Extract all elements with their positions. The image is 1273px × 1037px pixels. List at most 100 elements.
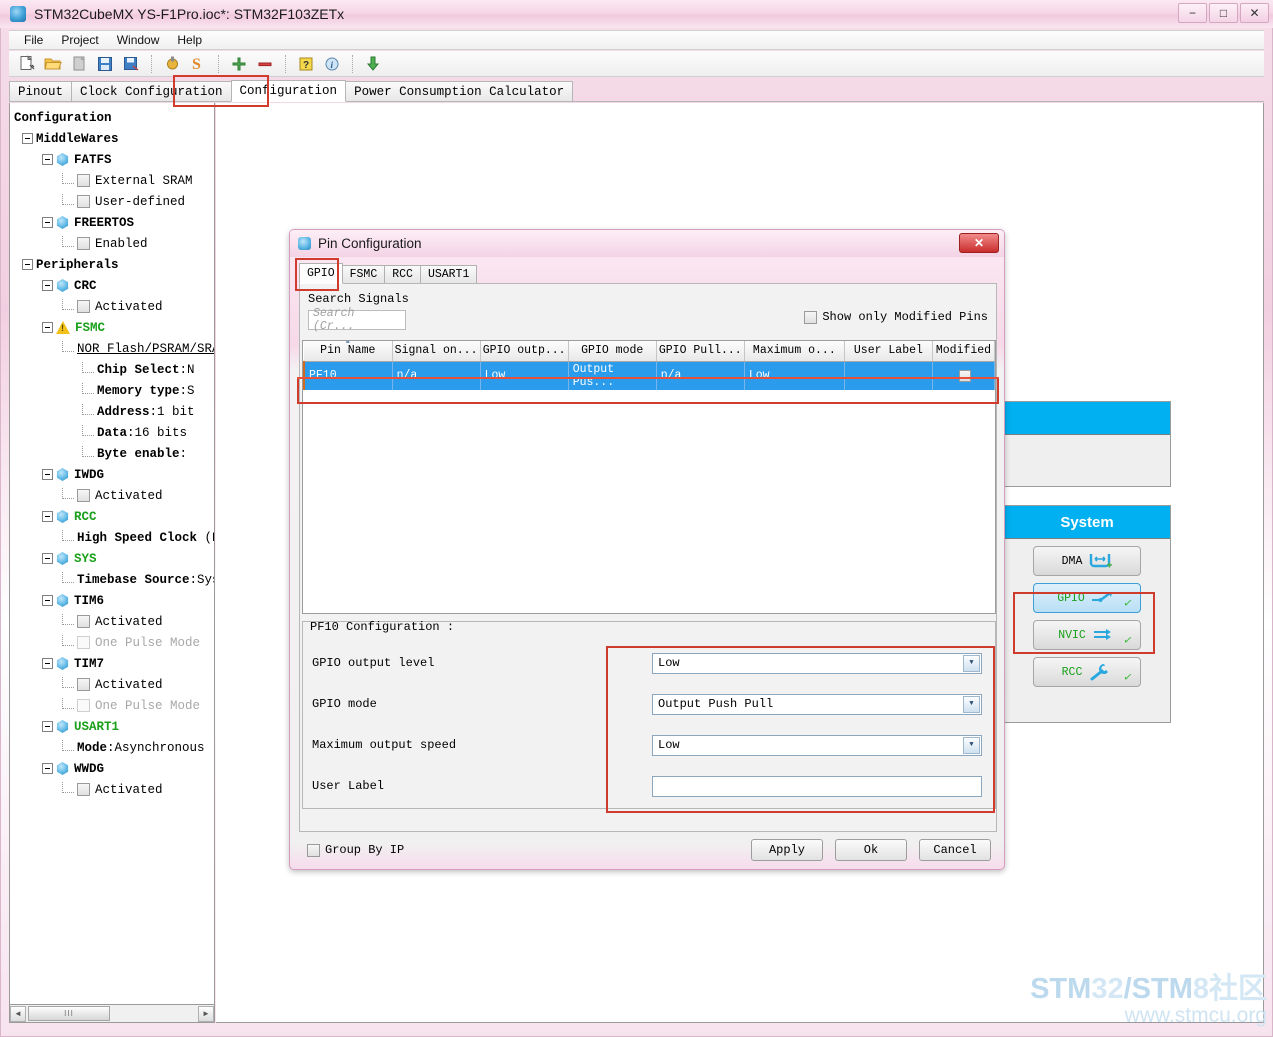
show-modified-pins-row[interactable]: Show only Modified Pins	[804, 310, 988, 324]
tree-checkbox[interactable]	[77, 615, 90, 628]
rcc-peripheral-button[interactable]: RCC ✓	[1033, 657, 1141, 687]
tree-item-user-defined[interactable]: User-defined	[14, 191, 214, 212]
tree-item-sys[interactable]: SYS	[14, 548, 214, 569]
tree-item-data[interactable]: Data:16 bits	[14, 422, 214, 443]
tree-item-activated[interactable]: Activated	[14, 674, 214, 695]
save-icon[interactable]	[92, 53, 118, 75]
tab-power-consumption-calculator[interactable]: Power Consumption Calculator	[345, 81, 574, 102]
dialog-tab-gpio[interactable]: GPIO	[299, 263, 343, 284]
tree-item-middlewares[interactable]: MiddleWares	[14, 128, 214, 149]
column-header-pin-name[interactable]: Pin Name	[304, 341, 393, 362]
search-input[interactable]: Search (Cr...	[308, 307, 406, 333]
nvic-peripheral-button[interactable]: NVIC ✓	[1033, 620, 1141, 650]
scroll-left-arrow[interactable]: ◄	[10, 1005, 26, 1022]
tree-checkbox[interactable]	[77, 678, 90, 691]
tree-item-one-pulse-mode[interactable]: One Pulse Mode	[14, 695, 214, 716]
column-header-gpio-pull[interactable]: GPIO Pull...	[656, 341, 745, 362]
tree-item-external-sram[interactable]: External SRAM	[14, 170, 214, 191]
table-row[interactable]: PF10 n/a Low Output Pus... n/a Low	[303, 361, 995, 390]
cancel-button[interactable]: Cancel	[919, 839, 991, 861]
group-by-ip-checkbox[interactable]	[307, 843, 320, 857]
tree-collapse-toggle-icon[interactable]	[42, 553, 53, 564]
gpio-output-level-select[interactable]: Low ▼	[652, 652, 982, 674]
tree-checkbox[interactable]	[77, 636, 90, 649]
column-header-maximum-output[interactable]: Maximum o...	[744, 341, 845, 362]
zoom-out-icon[interactable]	[252, 53, 278, 75]
sidebar-horizontal-scrollbar[interactable]: ◄ III ►	[9, 1005, 215, 1023]
tree-item-high-speed-clock[interactable]: High Speed Clock (HS	[14, 527, 214, 548]
pin-table-container[interactable]: Pin Name Signal on... GPIO outp... GPIO …	[302, 340, 996, 614]
tree-item-fatfs[interactable]: FATFS	[14, 149, 214, 170]
tree-item-freertos[interactable]: FREERTOS	[14, 212, 214, 233]
user-label-input[interactable]	[652, 775, 982, 797]
tree-item-activated[interactable]: Activated	[14, 485, 214, 506]
tree-collapse-toggle-icon[interactable]	[42, 721, 53, 732]
tree-collapse-toggle-icon[interactable]	[42, 154, 53, 165]
tab-clock-configuration[interactable]: Clock Configuration	[71, 81, 232, 102]
tree-item-fsmc[interactable]: FSMC	[14, 317, 214, 338]
minimize-button[interactable]: −	[1178, 3, 1207, 23]
scroll-right-arrow[interactable]: ►	[198, 1005, 214, 1022]
tree-item-activated[interactable]: Activated	[14, 611, 214, 632]
tree-collapse-toggle-icon[interactable]	[22, 133, 33, 144]
tree-item-chip-select[interactable]: Chip Select:N	[14, 359, 214, 380]
tree-collapse-toggle-icon[interactable]	[42, 511, 53, 522]
tree-collapse-toggle-icon[interactable]	[42, 322, 53, 333]
generate-report-icon[interactable]	[159, 53, 185, 75]
zoom-in-icon[interactable]	[226, 53, 252, 75]
modified-checkbox[interactable]	[958, 369, 971, 382]
tree-checkbox[interactable]	[77, 300, 90, 313]
tree-collapse-toggle-icon[interactable]	[42, 280, 53, 291]
dialog-tab-rcc[interactable]: RCC	[384, 265, 421, 284]
maximum-output-speed-select[interactable]: Low ▼	[652, 734, 982, 756]
tree-checkbox[interactable]	[77, 489, 90, 502]
about-icon[interactable]: i	[319, 53, 345, 75]
tree-checkbox[interactable]	[77, 174, 90, 187]
apply-button[interactable]: Apply	[751, 839, 823, 861]
tree-item-mode[interactable]: Mode:Asynchronous	[14, 737, 214, 758]
tree-item-byte-enable[interactable]: Byte enable:	[14, 443, 214, 464]
help-icon[interactable]: ?	[293, 53, 319, 75]
maximize-button[interactable]: □	[1209, 3, 1238, 23]
open-project-icon[interactable]	[40, 53, 66, 75]
menu-file[interactable]: File	[15, 31, 52, 49]
menu-window[interactable]: Window	[108, 31, 169, 49]
column-header-gpio-mode[interactable]: GPIO mode	[568, 341, 657, 362]
close-project-icon[interactable]	[66, 53, 92, 75]
dialog-tab-fsmc[interactable]: FSMC	[341, 265, 386, 284]
tree-item-rcc[interactable]: RCC	[14, 506, 214, 527]
menu-project[interactable]: Project	[52, 31, 107, 49]
ok-button[interactable]: Ok	[835, 839, 907, 861]
menu-help[interactable]: Help	[168, 31, 211, 49]
tree-item-timebase-source[interactable]: Timebase Source:SysI	[14, 569, 214, 590]
dma-peripheral-button[interactable]: DMA	[1033, 546, 1141, 576]
tree-item-memory-type[interactable]: Memory type:S	[14, 380, 214, 401]
show-modified-pins-checkbox[interactable]	[804, 310, 818, 324]
tab-pinout[interactable]: Pinout	[9, 81, 73, 102]
chevron-down-icon[interactable]: ▼	[963, 695, 980, 713]
gpio-mode-select[interactable]: Output Push Pull ▼	[652, 693, 982, 715]
tree-checkbox[interactable]	[77, 783, 90, 796]
tree-collapse-toggle-icon[interactable]	[22, 259, 33, 270]
tree-item-activated[interactable]: Activated	[14, 296, 214, 317]
chevron-down-icon[interactable]: ▼	[963, 654, 980, 672]
tree-item-one-pulse-mode[interactable]: One Pulse Mode	[14, 632, 214, 653]
tree-collapse-toggle-icon[interactable]	[42, 763, 53, 774]
tree-item-tim7[interactable]: TIM7	[14, 653, 214, 674]
column-header-modified[interactable]: Modified	[932, 341, 995, 362]
tree-collapse-toggle-icon[interactable]	[42, 217, 53, 228]
tree-item-tim6[interactable]: TIM6	[14, 590, 214, 611]
tree-collapse-toggle-icon[interactable]	[42, 595, 53, 606]
tree-item-wwdg[interactable]: WWDG	[14, 758, 214, 779]
tree-checkbox[interactable]	[77, 699, 90, 712]
save-as-icon[interactable]	[118, 53, 144, 75]
tree-item-peripherals[interactable]: Peripherals	[14, 254, 214, 275]
new-project-icon[interactable]	[14, 53, 40, 75]
generate-code-icon[interactable]: S	[185, 53, 211, 75]
column-header-user-label[interactable]: User Label	[844, 341, 933, 362]
tree-item-activated[interactable]: Activated	[14, 779, 214, 800]
tree-item-address[interactable]: Address:1 bit	[14, 401, 214, 422]
dialog-close-button[interactable]: ✕	[959, 233, 999, 253]
tree-item-crc[interactable]: CRC	[14, 275, 214, 296]
chevron-down-icon[interactable]: ▼	[963, 736, 980, 754]
